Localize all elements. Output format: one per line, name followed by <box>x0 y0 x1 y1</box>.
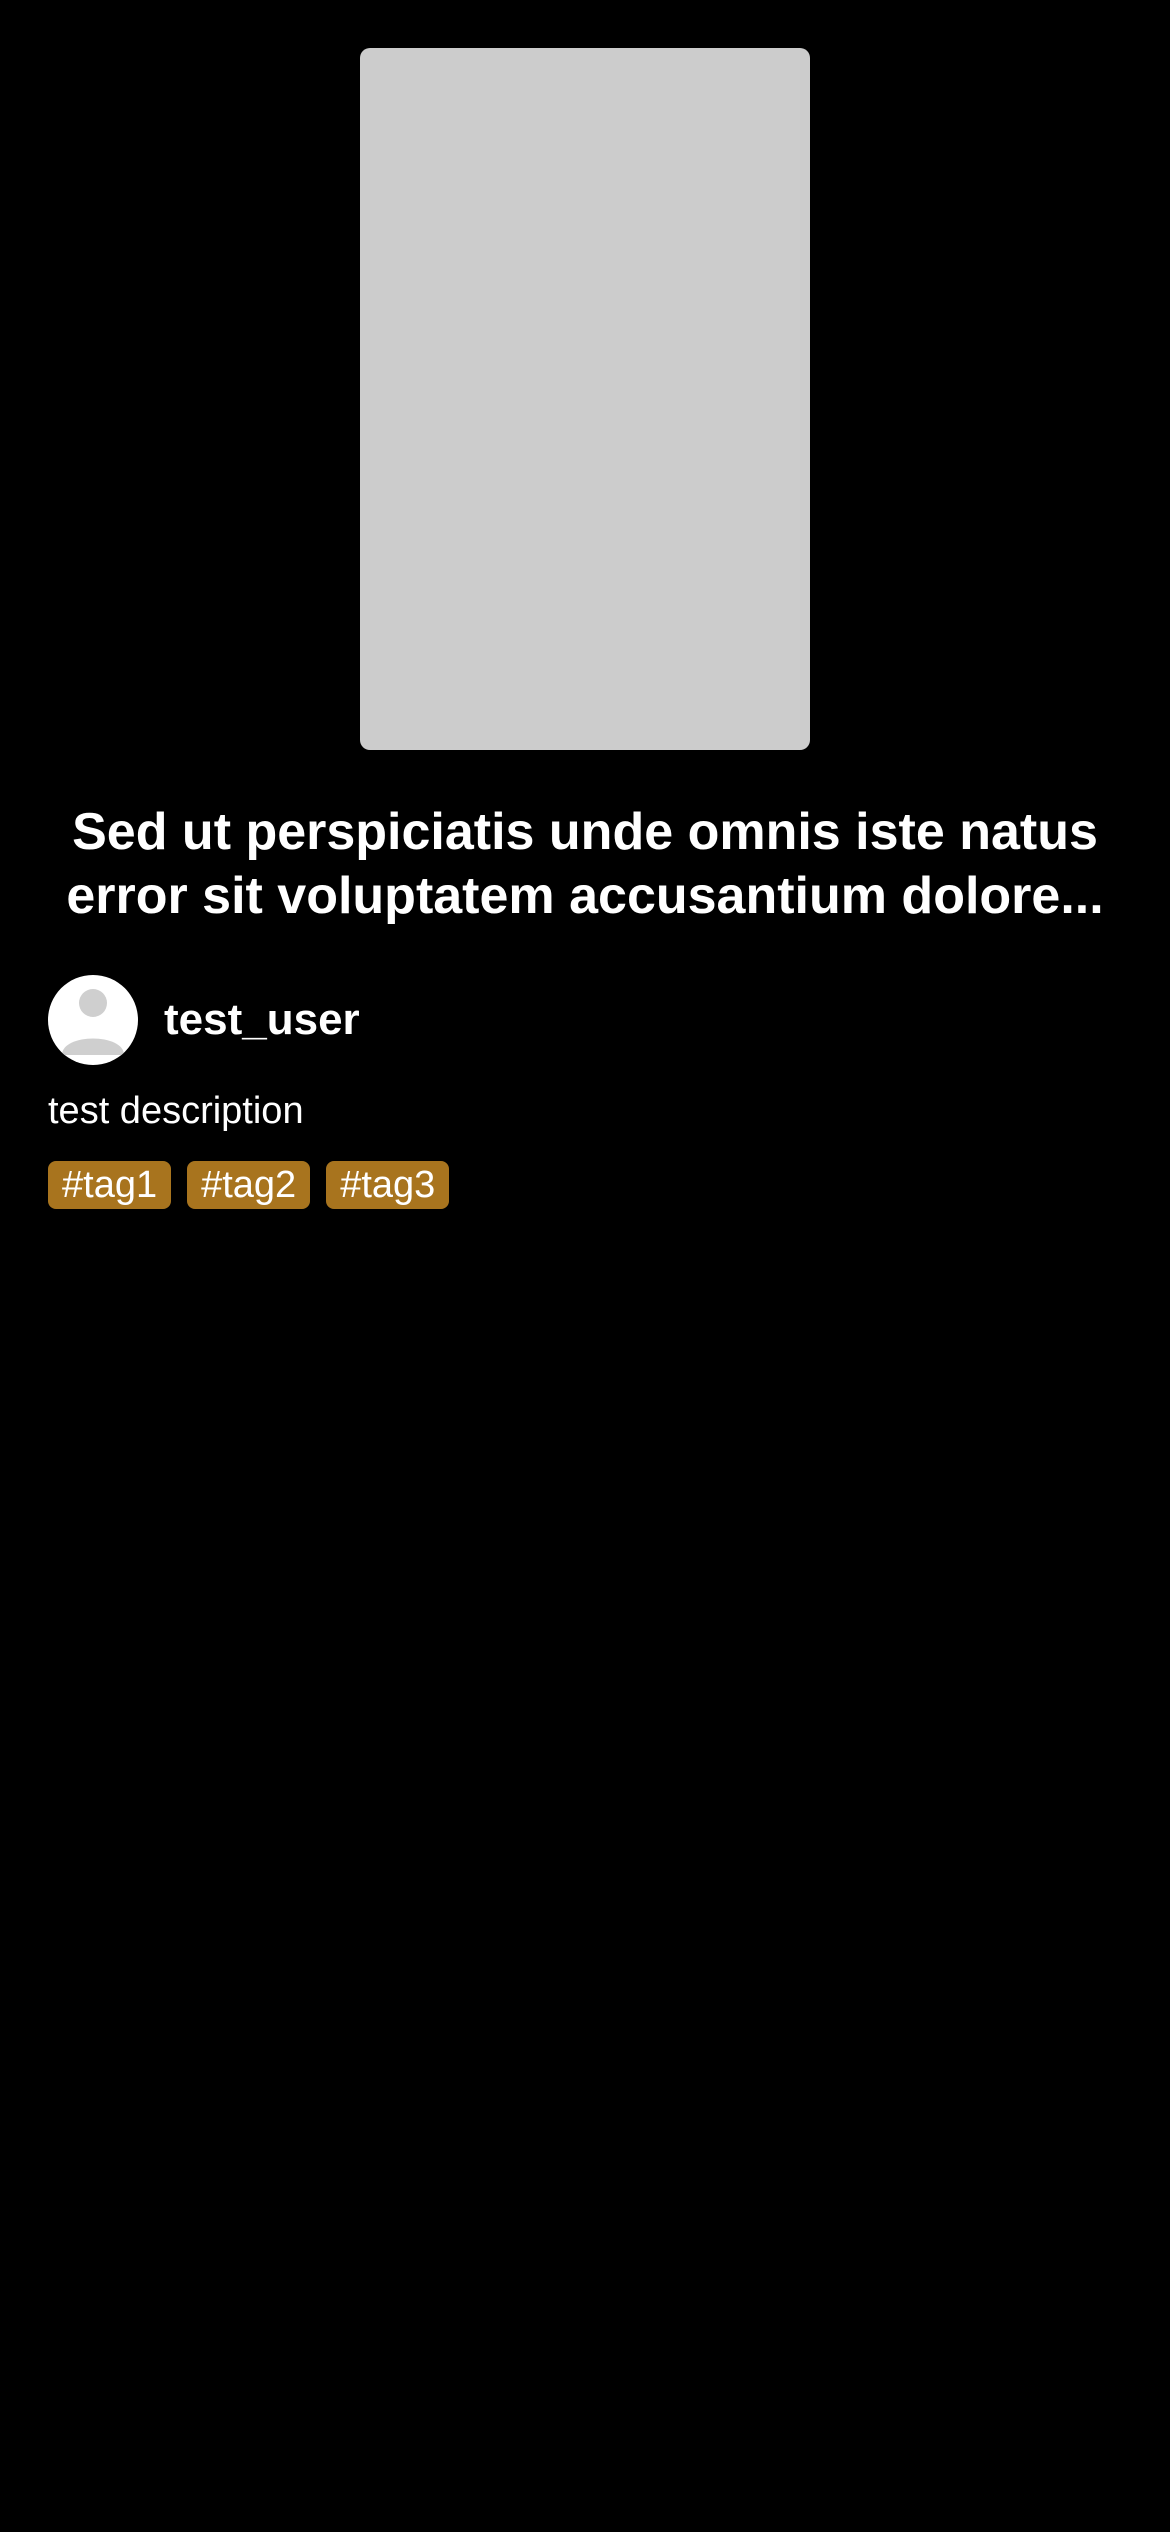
author-username[interactable]: test_user <box>164 992 360 1048</box>
post-title: Sed ut perspiciatis unde omnis iste natu… <box>66 803 1104 925</box>
post-description: test description <box>48 1090 304 1132</box>
tag-chip[interactable]: #tag3 <box>326 1161 450 1209</box>
author-row[interactable]: test_user <box>48 974 360 1066</box>
tag-chip[interactable]: #tag1 <box>48 1161 172 1209</box>
video-thumbnail[interactable] <box>360 48 810 750</box>
tag-chip[interactable]: #tag2 <box>187 1161 311 1209</box>
tag-list: #tag1 #tag2 #tag3 <box>48 1161 450 1209</box>
user-avatar-icon[interactable] <box>48 975 138 1065</box>
